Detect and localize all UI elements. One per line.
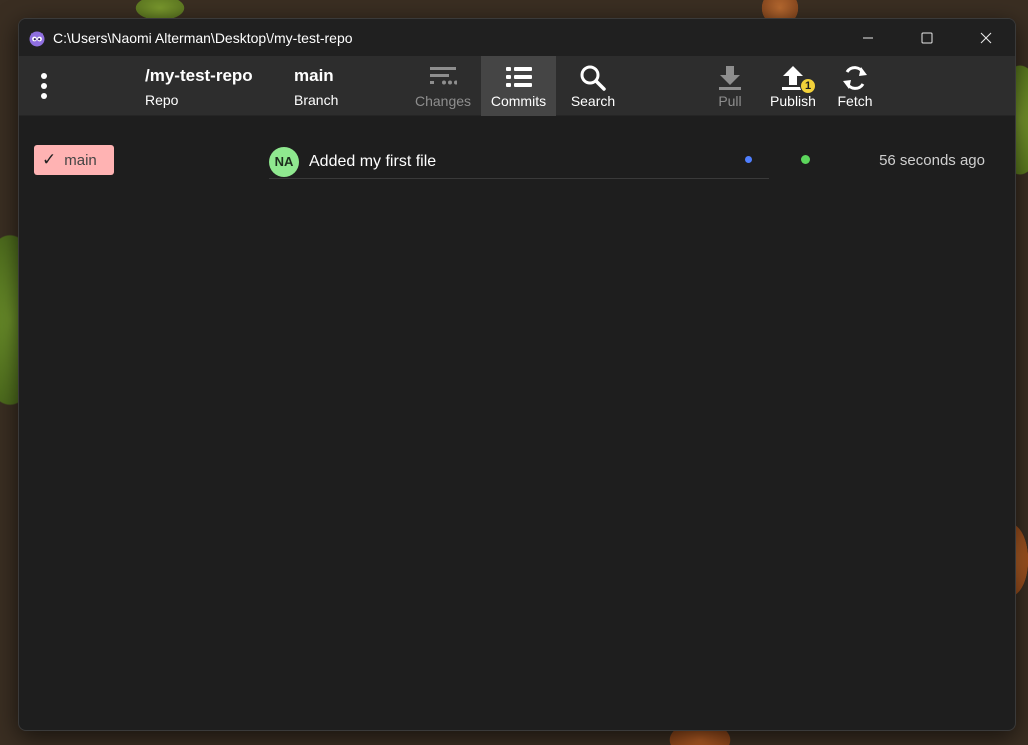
commits-button[interactable]: Commits <box>481 56 556 116</box>
maximize-button[interactable] <box>897 19 956 56</box>
repo-label: Repo <box>145 92 179 108</box>
repo-selector[interactable]: /my-test-repo Repo <box>145 66 253 110</box>
search-label: Search <box>570 93 616 109</box>
commit-time: 56 seconds ago <box>879 152 985 169</box>
window-controls <box>838 19 1015 56</box>
title-bar[interactable]: C:\Users\Naomi Alterman\Desktop\/my-test… <box>19 19 1015 56</box>
changes-label: Changes <box>414 93 472 109</box>
fetch-label: Fetch <box>837 93 873 109</box>
pull-label: Pull <box>718 93 742 109</box>
commits-label: Commits <box>490 93 547 109</box>
close-icon <box>980 32 991 43</box>
changes-button[interactable]: Changes <box>407 56 479 116</box>
publish-count-badge: 1 <box>800 78 816 94</box>
minimize-icon <box>862 37 873 38</box>
minimize-button[interactable] <box>838 19 897 56</box>
checkmark-icon: ✓ <box>42 150 57 169</box>
repo-name: /my-test-repo <box>145 66 253 85</box>
toolbar: /my-test-repo Repo main Branch Changes C… <box>19 56 1015 116</box>
publish-button[interactable]: 1 Publish <box>765 56 821 116</box>
search-button[interactable]: Search <box>560 56 626 116</box>
commit-message: Added my first file <box>309 152 437 170</box>
branch-name: main <box>294 66 334 85</box>
commit-history-panel: ✓ main NA Added my first file 56 seconds… <box>19 116 1015 730</box>
refresh-icon <box>843 66 867 90</box>
app-window: C:\Users\Naomi Alterman\Desktop\/my-test… <box>18 18 1016 731</box>
app-logo-icon <box>29 31 45 46</box>
avatar: NA <box>269 146 299 177</box>
window-title: C:\Users\Naomi Alterman\Desktop\/my-test… <box>53 29 353 46</box>
list-icon <box>505 67 532 87</box>
download-icon <box>719 66 741 90</box>
maximize-icon <box>921 32 932 43</box>
kebab-dot <box>41 93 47 99</box>
branch-tag-main[interactable]: ✓ main <box>34 145 114 175</box>
graph-node-dot <box>745 156 752 163</box>
branch-selector[interactable]: main Branch <box>294 66 338 110</box>
menu-button[interactable] <box>33 70 55 102</box>
pull-button[interactable]: Pull <box>707 56 753 116</box>
kebab-dot <box>41 83 47 89</box>
changes-icon <box>430 67 457 85</box>
kebab-menu-icon <box>41 73 47 79</box>
commit-row[interactable]: NA Added my first file <box>269 145 769 179</box>
publish-label: Publish <box>770 93 816 109</box>
branch-tag-label: main <box>64 151 97 169</box>
fetch-button[interactable]: Fetch <box>831 56 879 116</box>
search-icon <box>580 65 606 91</box>
branch-label: Branch <box>294 92 339 108</box>
graph-node-dot <box>801 155 810 164</box>
close-button[interactable] <box>956 19 1015 56</box>
